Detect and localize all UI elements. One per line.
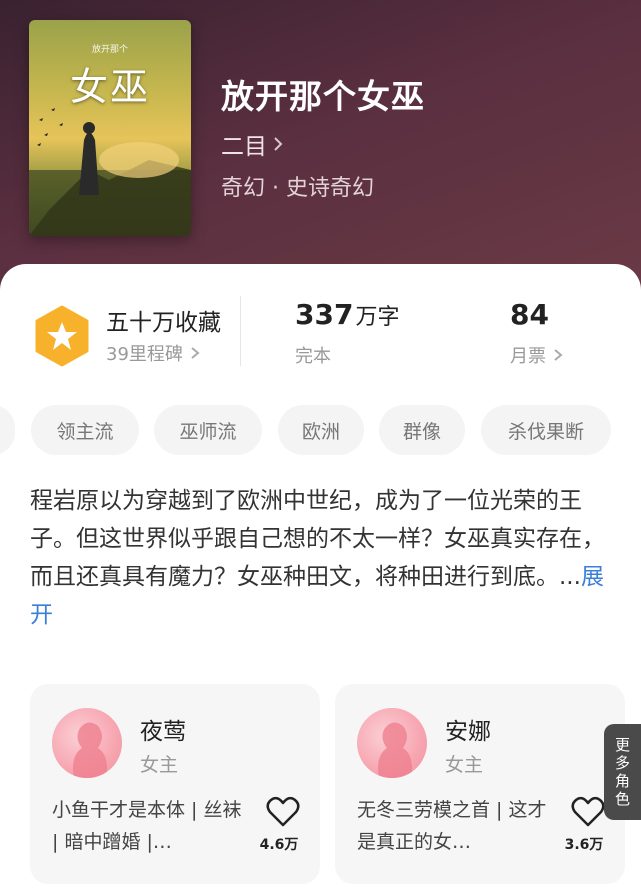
monthly-ticket-link[interactable]: 月票 [510,342,564,368]
like-count: 4.6万 [259,837,299,853]
heart-icon[interactable] [266,796,300,828]
genre-label: 奇幻 · 史诗奇幻 [221,176,374,201]
character-role: 女主 [140,754,179,776]
tag-list: 领主流 巫师流 欧洲 群像 杀伐果断 [0,405,641,455]
tag-chip[interactable]: 杀伐果断 [481,405,611,455]
heart-icon[interactable] [571,796,605,828]
word-count-unit: 万字 [355,305,400,330]
chevron-right-icon [191,347,200,359]
more-roles-char: 角 [614,772,630,790]
character-description: 小鱼干才是本体 | 丝袜 | 暗中蹭婚 |… [52,799,242,853]
character-card[interactable]: 安娜 女主 无冬三劳模之首 | 这才是真正的女… 3.6万 [335,684,625,884]
milestone-link[interactable]: 39里程碑 [106,340,201,366]
character-description: 无冬三劳模之首 | 这才是真正的女… [357,799,547,853]
status-label: 完本 [295,346,331,367]
avatar [357,708,427,778]
milestone-label: 39里程碑 [106,344,183,365]
tag-chip[interactable]: 领主流 [31,405,139,455]
character-role: 女主 [445,754,484,776]
book-title: 放开那个女巫 [221,77,425,116]
monthly-ticket-count: 84 [510,298,549,331]
more-roles-button[interactable]: 更 多 角 色 [604,724,641,820]
character-name: 夜莺 [140,719,186,745]
tag-chip[interactable]: 巫师流 [154,405,262,455]
chevron-right-icon [274,137,283,151]
book-cover[interactable]: 放开那个 女巫 [29,20,191,236]
more-roles-char: 色 [614,790,630,808]
character-name: 安娜 [445,719,491,745]
star-badge-icon [35,305,89,367]
stats-divider [240,296,241,366]
more-roles-char: 更 [614,736,630,754]
word-count-number: 337 [295,298,354,331]
tag-chip[interactable]: 欧洲 [278,405,364,455]
monthly-ticket-label: 月票 [510,346,546,367]
character-silhouette-icon [378,722,412,778]
collection-count: 五十万收藏 [106,310,221,336]
word-count: 337万字 [295,298,399,331]
chevron-right-icon [554,349,563,361]
author-name: 二目 [221,134,267,160]
tag-chip-partial[interactable] [0,405,15,455]
cover-subtitle: 放开那个 [91,45,128,55]
character-silhouette-icon [73,722,107,778]
author-link[interactable]: 二目 [221,127,285,161]
cover-title: 女巫 [69,65,150,109]
avatar [52,708,122,778]
tag-chip[interactable]: 群像 [379,405,465,455]
more-roles-char: 多 [614,754,630,772]
book-description: 程岩原以为穿越到了欧洲中世纪，成为了一位光荣的王子。但这世界似乎跟自己想的不太一… [30,482,615,634]
description-text: 程岩原以为穿越到了欧洲中世纪，成为了一位光荣的王子。但这世界似乎跟自己想的不太一… [30,488,605,590]
character-card[interactable]: 夜莺 女主 小鱼干才是本体 | 丝袜 | 暗中蹭婚 |… 4.6万 [30,684,320,884]
like-count: 3.6万 [564,837,604,853]
